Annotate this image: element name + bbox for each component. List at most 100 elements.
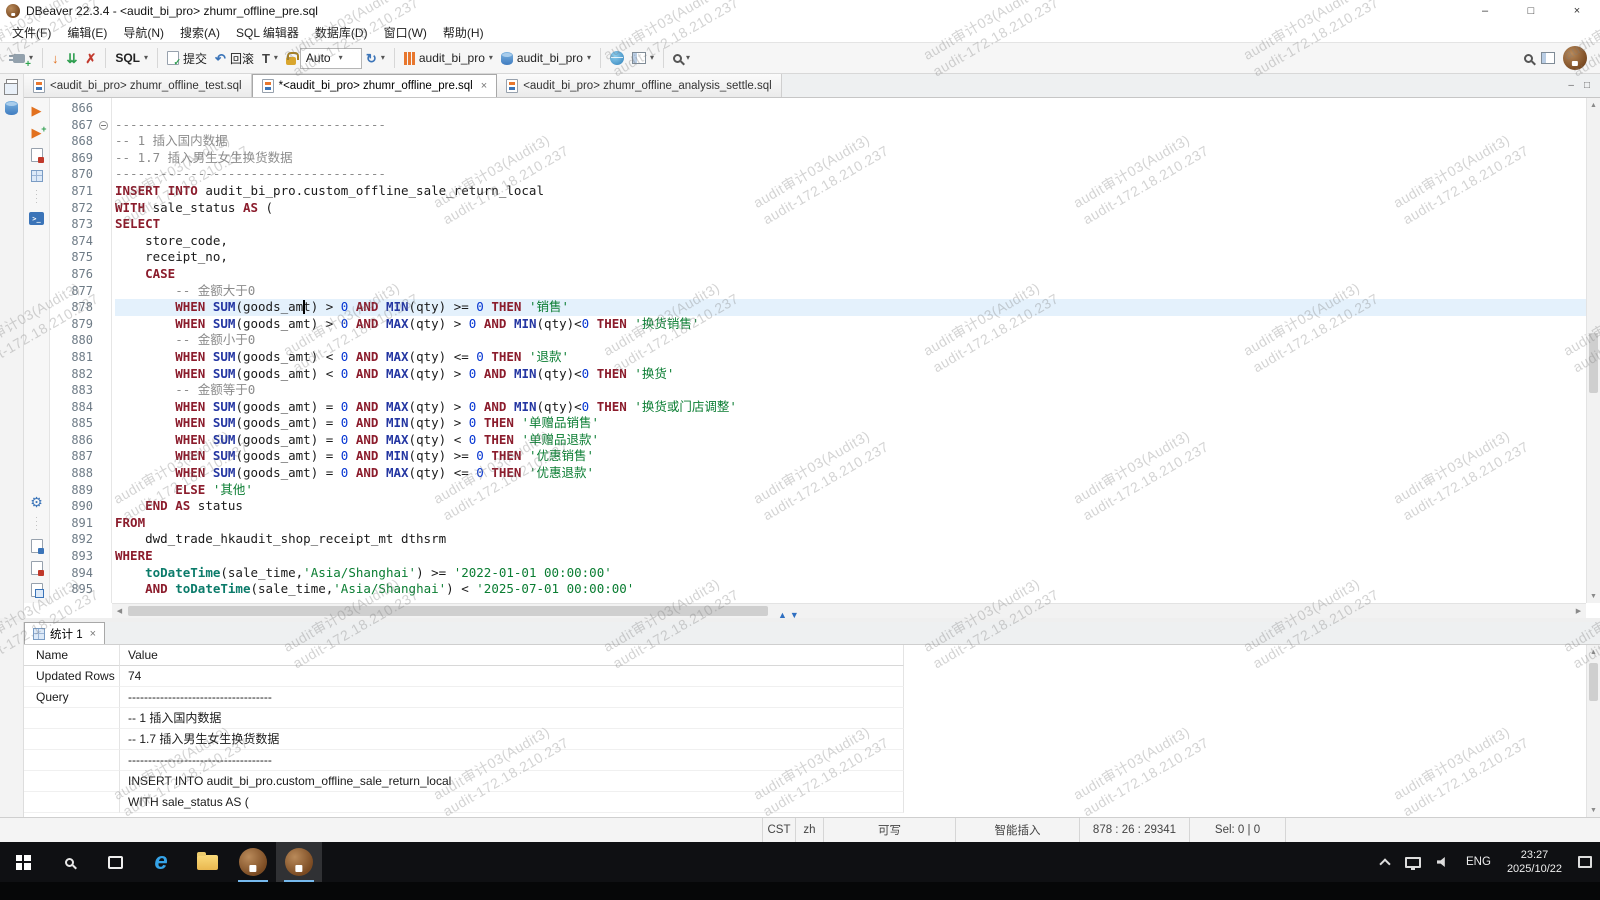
code-line[interactable]: WHEN SUM(goods_amt) = 0 AND MAX(qty) > 0…: [115, 399, 1586, 416]
scroll-left-icon[interactable]: ◀: [112, 604, 127, 618]
caret-icon[interactable]: ▾: [489, 54, 493, 62]
scroll-down-icon[interactable]: ▼: [1587, 589, 1600, 603]
code-line[interactable]: ------------------------------------: [115, 166, 1586, 183]
network-button[interactable]: [606, 48, 628, 68]
menu-item[interactable]: 搜索(A): [172, 22, 228, 42]
menu-item[interactable]: 文件(F): [4, 22, 59, 42]
panel-vscroll-thumb[interactable]: [1589, 663, 1598, 701]
menu-item[interactable]: 数据库(D): [307, 22, 376, 42]
execute-new-tab-button[interactable]: ▶: [32, 126, 42, 140]
menu-item[interactable]: 帮助(H): [435, 22, 492, 42]
minimize-view-button[interactable]: –: [1568, 80, 1574, 91]
tray-display-button[interactable]: [1397, 842, 1429, 882]
vscroll-thumb[interactable]: [1589, 333, 1598, 393]
execute-statement-button[interactable]: ▶: [32, 104, 42, 118]
restore-views-icon[interactable]: [6, 79, 18, 89]
taskbar-dbeaver-active-button[interactable]: [276, 842, 322, 882]
database-navigator-icon[interactable]: [5, 101, 18, 115]
code-line[interactable]: SELECT: [115, 216, 1586, 233]
maximize-view-button[interactable]: □: [1584, 80, 1590, 91]
taskbar-edge-button[interactable]: e: [138, 842, 184, 882]
caret-icon[interactable]: ▾: [144, 54, 148, 62]
code-line[interactable]: INSERT INTO audit_bi_pro.custom_offline_…: [115, 183, 1586, 200]
code-line[interactable]: receipt_no,: [115, 249, 1586, 266]
splitter-arrows[interactable]: ▲ ▼: [778, 610, 799, 620]
code-line[interactable]: WHEN SUM(goods_amt) = 0 AND MIN(qty) > 0…: [115, 415, 1586, 432]
caret-icon[interactable]: ▾: [587, 54, 591, 62]
code-line[interactable]: WHEN SUM(goods_amt) > 0 AND MAX(qty) > 0…: [115, 316, 1586, 333]
code-line[interactable]: WHEN SUM(goods_amt) < 0 AND MAX(qty) <= …: [115, 349, 1586, 366]
panel-vscrollbar[interactable]: ▲ ▼: [1586, 645, 1600, 817]
fold-collapse-icon[interactable]: [99, 121, 108, 130]
notification-center-button[interactable]: [1570, 842, 1600, 882]
code-line[interactable]: dwd_trade_hkaudit_shop_receipt_mt dthsrm: [115, 531, 1586, 548]
auto-refresh-button[interactable]: ↻ ▾: [362, 49, 389, 68]
table-row[interactable]: Query-----------------------------------…: [24, 687, 1586, 708]
code-line[interactable]: FROM: [115, 515, 1586, 532]
tab-close-icon[interactable]: ×: [481, 80, 487, 92]
editor-tab[interactable]: <audit_bi_pro> zhumr_offline_test.sql: [24, 74, 252, 97]
sql-dialect-selector[interactable]: SQL ▾: [111, 48, 152, 68]
caret-icon[interactable]: ▾: [650, 54, 654, 62]
hscroll-thumb[interactable]: [128, 606, 768, 616]
code-line[interactable]: WHEN SUM(goods_amt) < 0 AND MAX(qty) > 0…: [115, 366, 1586, 383]
taskbar-dbeaver-button[interactable]: [230, 842, 276, 882]
commit-button[interactable]: 提交: [163, 47, 211, 70]
fetch-next-button[interactable]: ↓: [48, 49, 63, 68]
code-line[interactable]: AND toDateTime(sale_time,'Asia/Shanghai'…: [115, 581, 1586, 598]
schema-selector[interactable]: audit_bi_pro ▾: [497, 48, 595, 68]
caret-icon[interactable]: ▾: [274, 54, 278, 62]
connection-selector[interactable]: audit_bi_pro ▾: [400, 48, 497, 68]
new-connection-button[interactable]: ▾: [5, 51, 37, 66]
editor-settings-button[interactable]: ⚙: [30, 495, 43, 509]
editor-vscrollbar[interactable]: ▲ ▼: [1586, 98, 1600, 603]
taskbar-clock[interactable]: 23:27 2025/10/22: [1499, 842, 1570, 882]
editor-code[interactable]: -------------------------------------- 1…: [112, 98, 1586, 603]
tray-expand-button[interactable]: [1373, 842, 1397, 882]
table-row[interactable]: Updated Rows74: [24, 666, 1586, 687]
table-row[interactable]: ------------------------------------: [24, 750, 1586, 771]
start-button[interactable]: [0, 842, 46, 882]
table-row[interactable]: -- 1 插入国内数据: [24, 708, 1586, 729]
open-in-grid-button[interactable]: [31, 583, 43, 597]
minimize-button[interactable]: –: [1462, 0, 1508, 22]
column-header-name[interactable]: Name: [24, 645, 120, 666]
commit-all-button[interactable]: ⇊: [63, 49, 82, 68]
rollback-button[interactable]: ↶ 回滚: [211, 47, 258, 70]
terminal-button[interactable]: >_: [29, 212, 44, 225]
transaction-mode-button[interactable]: T ▾: [258, 49, 282, 68]
execute-script-button[interactable]: [31, 148, 43, 162]
code-line[interactable]: WHEN SUM(goods_amt) > 0 AND MIN(qty) >= …: [115, 299, 1586, 316]
caret-icon[interactable]: ▾: [381, 54, 385, 62]
export-data-button[interactable]: [31, 539, 43, 553]
caret-icon[interactable]: ▾: [339, 54, 343, 62]
explain-plan-button[interactable]: [31, 170, 43, 182]
code-line[interactable]: [115, 100, 1586, 117]
code-line[interactable]: ------------------------------------: [115, 117, 1586, 134]
code-line[interactable]: WHEN SUM(goods_amt) = 0 AND MAX(qty) <= …: [115, 465, 1586, 482]
stats-tab-close-icon[interactable]: ×: [90, 628, 96, 640]
code-line[interactable]: store_code,: [115, 233, 1586, 250]
splitter-up-icon[interactable]: ▲: [778, 610, 787, 620]
close-button[interactable]: ×: [1554, 0, 1600, 22]
editor-hscrollbar[interactable]: ◀ ▶: [112, 603, 1586, 618]
table-row[interactable]: WITH sale_status AS (: [24, 792, 1586, 813]
table-row[interactable]: -- 1.7 插入男生女生换货数据: [24, 729, 1586, 750]
code-line[interactable]: toDateTime(sale_time,'Asia/Shanghai') >=…: [115, 565, 1586, 582]
code-line[interactable]: -- 金额大于0: [115, 283, 1586, 300]
menu-item[interactable]: 窗口(W): [376, 22, 435, 42]
save-to-file-button[interactable]: [31, 561, 43, 575]
code-line[interactable]: -- 金额等于0: [115, 382, 1586, 399]
table-row[interactable]: INSERT INTO audit_bi_pro.custom_offline_…: [24, 771, 1586, 792]
scroll-up-icon[interactable]: ▲: [1587, 98, 1600, 112]
open-perspective-button[interactable]: [1537, 49, 1559, 67]
rollback-all-button[interactable]: ✗: [81, 49, 100, 68]
autocommit-combo[interactable]: Auto ▾: [300, 48, 362, 69]
code-line[interactable]: CASE: [115, 266, 1586, 283]
taskbar-explorer-button[interactable]: [184, 842, 230, 882]
code-line[interactable]: WHERE: [115, 548, 1586, 565]
code-line[interactable]: -- 1 插入国内数据: [115, 133, 1586, 150]
language-indicator[interactable]: ENG: [1458, 842, 1499, 882]
scroll-right-icon[interactable]: ▶: [1571, 604, 1586, 618]
splitter-down-icon[interactable]: ▼: [790, 610, 799, 620]
